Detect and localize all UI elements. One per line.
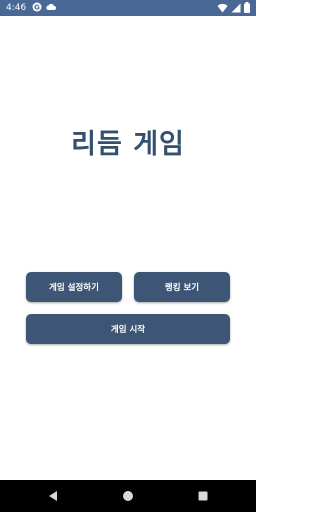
battery-icon — [244, 2, 250, 13]
svg-text:G: G — [34, 4, 40, 12]
status-bar: 4:46 G — [0, 0, 256, 16]
back-icon[interactable] — [45, 488, 61, 504]
home-icon[interactable] — [120, 488, 136, 504]
navigation-bar — [0, 480, 256, 512]
sync-icon: G — [32, 2, 42, 12]
signal-icon — [231, 3, 241, 13]
start-game-button[interactable]: 게임 시작 — [26, 314, 230, 344]
page-title: 리듬 게임 — [71, 129, 185, 160]
cloud-icon — [45, 3, 56, 11]
view-ranking-button[interactable]: 랭킹 보기 — [134, 272, 230, 302]
status-time: 4:46 — [6, 3, 27, 13]
status-icons-right — [217, 2, 250, 13]
wifi-icon — [217, 3, 228, 13]
recent-apps-icon[interactable] — [195, 488, 211, 504]
status-icons-left: G — [32, 2, 56, 12]
game-settings-button[interactable]: 게임 설정하기 — [26, 272, 122, 302]
